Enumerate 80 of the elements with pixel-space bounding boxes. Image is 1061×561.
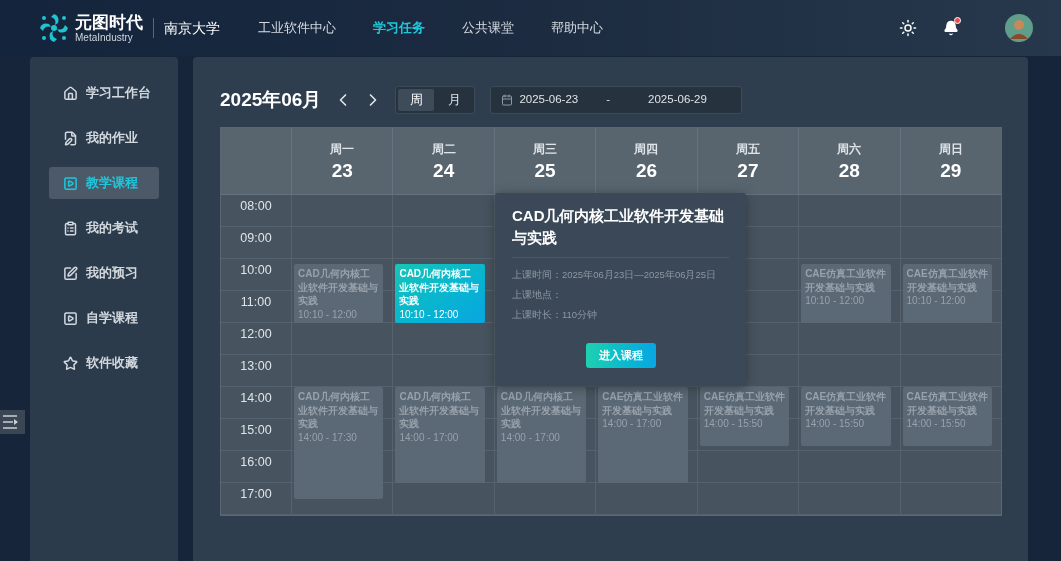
weekday-label: 周五 bbox=[735, 141, 760, 158]
event-time: 14:00 - 15:50 bbox=[805, 417, 866, 430]
start-date: 2025-06-23 bbox=[519, 92, 579, 108]
popover-title: CAD几何内核工业软件开发基础与实践 bbox=[512, 205, 729, 258]
event-title: CAD几何内核工业软件开发基础与实践 bbox=[500, 390, 582, 431]
day-number: 28 bbox=[838, 159, 860, 183]
sidebar-item[interactable]: 学习工作台 bbox=[49, 77, 159, 109]
event-title: CAE仿真工业软件开发基础与实践 bbox=[906, 390, 988, 417]
theme-toggle-icon[interactable] bbox=[899, 19, 917, 37]
event-time: 10:10 - 12:00 bbox=[906, 294, 967, 308]
logo-icon bbox=[37, 11, 71, 45]
sidebar-item[interactable]: 软件收藏 bbox=[49, 347, 159, 379]
nav-link[interactable]: 工业软件中心 bbox=[258, 18, 336, 38]
view-tab[interactable]: 周 bbox=[398, 89, 435, 111]
detail-value: 110分钟 bbox=[562, 308, 598, 321]
hour-label: 12:00 bbox=[240, 326, 272, 343]
sidebar-item[interactable]: 我的作业 bbox=[49, 122, 159, 154]
school-name: 南京大学 bbox=[164, 18, 220, 38]
hour-label: 13:00 bbox=[240, 358, 272, 375]
sidebar-item[interactable]: 教学课程 bbox=[49, 167, 159, 199]
expand-menu-icon[interactable] bbox=[0, 410, 25, 434]
range-separator: - bbox=[606, 92, 611, 108]
end-date: 2025-06-29 bbox=[648, 92, 707, 108]
event-time: 14:00 - 17:30 bbox=[298, 430, 358, 444]
view-tab[interactable]: 月 bbox=[436, 89, 473, 111]
brand-subtitle: MetaIndustry bbox=[75, 32, 134, 43]
sidebar-item[interactable]: 我的考试 bbox=[49, 212, 159, 244]
event-title: CAD几何内核工业软件开发基础与实践 bbox=[399, 267, 481, 308]
clipboard-icon bbox=[63, 220, 78, 236]
date-range-field[interactable]: 2025-06-23 - 2025-06-29 bbox=[490, 86, 743, 114]
hour-label: 14:00 bbox=[240, 390, 272, 407]
weekday-label: 周六 bbox=[837, 141, 862, 158]
weekday-label: 周四 bbox=[634, 141, 659, 158]
brand-name: 元图时代 bbox=[75, 13, 143, 31]
home-icon bbox=[63, 85, 78, 101]
hour-label: 10:00 bbox=[240, 262, 272, 279]
weekday-label: 周日 bbox=[938, 141, 963, 158]
day-number: 23 bbox=[331, 159, 353, 183]
event-title: CAE仿真工业软件开发基础与实践 bbox=[602, 390, 684, 417]
pen-square-icon bbox=[63, 265, 78, 281]
avatar[interactable] bbox=[1005, 14, 1033, 42]
weekday-label: 周三 bbox=[533, 141, 558, 158]
video-icon bbox=[63, 175, 78, 191]
event-title: CAE仿真工业软件开发基础与实践 bbox=[703, 390, 786, 417]
notification-bell[interactable] bbox=[943, 20, 959, 36]
day-number: 24 bbox=[433, 159, 455, 183]
event-title: CAE仿真工业软件开发基础与实践 bbox=[906, 267, 988, 295]
event-time: 14:00 - 15:50 bbox=[703, 417, 764, 430]
event-time: 14:00 - 15:50 bbox=[906, 417, 967, 430]
hour-label: 15:00 bbox=[240, 422, 272, 439]
nav-link[interactable]: 帮助中心 bbox=[551, 18, 603, 38]
day-number: 25 bbox=[534, 159, 556, 183]
event-title: CAE仿真工业软件开发基础与实践 bbox=[805, 267, 887, 295]
star-icon bbox=[63, 355, 78, 371]
detail-value: 2025年06月23日—2025年06月25日 bbox=[562, 268, 717, 281]
nav-link[interactable]: 公共课堂 bbox=[462, 18, 514, 38]
event-time: 10:10 - 12:00 bbox=[399, 307, 460, 321]
weekday-label: 周二 bbox=[431, 141, 456, 158]
day-number: 26 bbox=[635, 159, 658, 183]
day-number: 29 bbox=[940, 159, 962, 183]
weekday-label: 周一 bbox=[330, 141, 355, 158]
event-time: 14:00 - 17:00 bbox=[399, 430, 460, 444]
event-title: CAE仿真工业软件开发基础与实践 bbox=[805, 390, 887, 417]
hour-label: 11:00 bbox=[240, 294, 272, 311]
sidebar-item[interactable]: 自学课程 bbox=[49, 302, 159, 334]
calendar-icon bbox=[501, 94, 514, 106]
month-title: 2025年06月 bbox=[220, 87, 322, 112]
event-title: CAD几何内核工业软件开发基础与实践 bbox=[298, 390, 379, 431]
hour-label: 09:00 bbox=[240, 230, 272, 247]
event-title: CAD几何内核工业软件开发基础与实践 bbox=[399, 390, 481, 431]
video-icon bbox=[63, 310, 78, 326]
document-pen-icon bbox=[63, 130, 78, 146]
day-number: 27 bbox=[737, 159, 759, 183]
sidebar-item[interactable]: 我的预习 bbox=[49, 257, 159, 289]
hour-label: 17:00 bbox=[240, 486, 272, 503]
nav-link[interactable]: 学习任务 bbox=[373, 18, 425, 38]
event-time: 14:00 - 17:00 bbox=[500, 430, 561, 444]
hour-label: 08:00 bbox=[240, 198, 272, 215]
hour-label: 16:00 bbox=[240, 454, 272, 471]
event-title: CAD几何内核工业软件开发基础与实践 bbox=[298, 267, 379, 308]
